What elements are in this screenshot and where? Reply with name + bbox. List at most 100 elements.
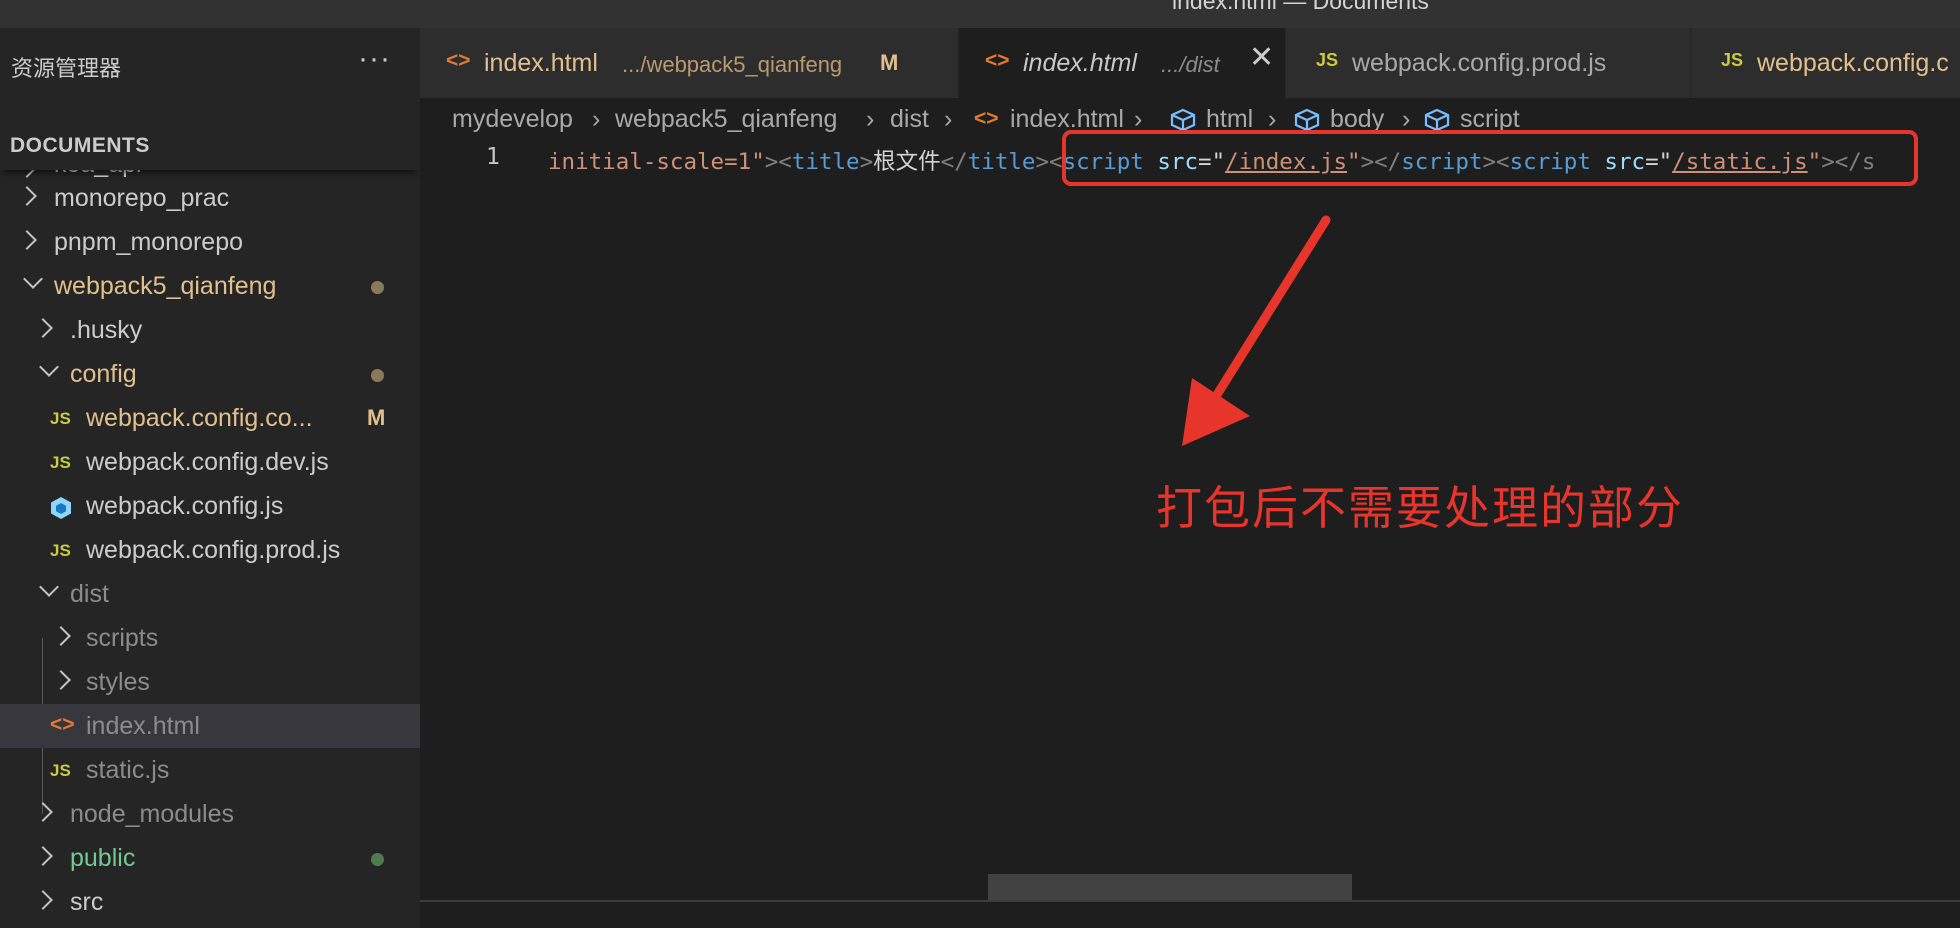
annotation-arrow-icon [1182, 215, 1331, 446]
tree-item-label: dist [70, 580, 109, 608]
title-bar: index.html — Documents [0, 0, 1960, 28]
tree-item-label: webpack.config.dev.js [86, 448, 329, 476]
chevron-right-icon [33, 890, 53, 910]
breadcrumb-item[interactable]: webpack5_qianfeng [615, 105, 837, 134]
html-file-icon: <> [985, 49, 1010, 72]
tree-item-static-js[interactable]: JS static.js [0, 748, 420, 792]
tree-item-label: public [70, 844, 136, 872]
chevron-right-icon [33, 318, 53, 338]
tree-item-public[interactable]: public [0, 836, 420, 880]
annotation-text: 打包后不需要处理的部分 [1156, 482, 1684, 534]
tree-item-styles[interactable]: styles [0, 660, 420, 704]
chevron-right-icon [51, 670, 71, 690]
editor-tabs: <> index.html .../webpack5_qianfeng M <>… [420, 28, 1960, 98]
tab-index-html-dist[interactable]: <> index.html .../dist ✕ [959, 28, 1286, 98]
untracked-dot-icon [371, 853, 384, 866]
more-actions-icon[interactable]: ··· [358, 42, 391, 76]
tree-item-label: scripts [86, 624, 159, 652]
window-title: index.html — Documents [1172, 0, 1429, 14]
explorer-sidebar: koa_api monorepo_prac pnpm_monorepo webp… [0, 28, 420, 928]
js-file-icon: JS [50, 761, 71, 780]
tree-item-label: index.html [86, 712, 200, 740]
chevron-down-icon [39, 577, 59, 597]
tree-item-label: .husky [70, 316, 143, 344]
explorer-header: 资源管理器 ··· [0, 28, 420, 90]
breadcrumb-separator: › [592, 105, 601, 133]
chevron-down-icon [39, 357, 59, 377]
bottom-panel [420, 902, 1960, 928]
code-token: >< [764, 149, 792, 175]
tree-item-label: webpack.config.js [86, 492, 284, 520]
modified-badge: M [367, 405, 386, 430]
horizontal-scrollbar[interactable] [988, 874, 1352, 900]
tree-item-index-html[interactable]: <> index.html [0, 704, 420, 748]
js-file-icon: JS [50, 409, 71, 428]
code-token: 根文件 [873, 149, 941, 175]
tree-item-label: monorepo_prac [54, 184, 230, 212]
tab-webpack-config-prod[interactable]: JS webpack.config.prod.js [1286, 28, 1691, 98]
explorer-title: 资源管理器 [11, 56, 122, 81]
tree-item-label: webpack.config.prod.js [86, 536, 341, 564]
chevron-right-icon [17, 230, 37, 250]
code-token: > [859, 149, 874, 175]
tab-label: index.html [1023, 49, 1137, 77]
tab-webpack-config-common[interactable]: JS webpack.config.c [1691, 28, 1960, 98]
section-title: DOCUMENTS [10, 134, 150, 157]
tree-item-webpack-config-common[interactable]: JS webpack.config.co... M [0, 396, 420, 440]
tree-item-webpack-config-prod[interactable]: JS webpack.config.prod.js [0, 528, 420, 572]
chevron-right-icon [33, 846, 53, 866]
breadcrumb-separator: › [866, 105, 875, 133]
code-token: title [967, 149, 1036, 175]
tree-item-config[interactable]: config [0, 352, 420, 396]
line-number: 1 [486, 144, 500, 170]
tab-label: index.html [484, 49, 598, 77]
tab-description: .../dist [1161, 52, 1220, 77]
close-icon[interactable]: ✕ [1249, 40, 1274, 75]
breadcrumb-separator: › [944, 105, 953, 133]
js-file-icon: JS [1721, 50, 1744, 70]
html-file-icon: <> [50, 713, 75, 736]
tree-item-dist[interactable]: dist [0, 572, 420, 616]
modified-badge: M [880, 50, 899, 75]
chevron-right-icon [51, 626, 71, 646]
tree-item-node-modules[interactable]: node_modules [0, 792, 420, 836]
tree-item-scripts[interactable]: scripts [0, 616, 420, 660]
tree-item-label: static.js [86, 756, 170, 784]
js-file-icon: JS [50, 453, 71, 472]
html-file-icon: <> [446, 49, 471, 72]
modified-dot-icon [371, 281, 384, 294]
tree-item-label: webpack.config.co... [86, 404, 313, 432]
js-file-icon: JS [50, 541, 71, 560]
tree-item-pnpm-monorepo[interactable]: pnpm_monorepo [0, 220, 420, 264]
code-token: title [791, 149, 860, 175]
tree-item-webpack5-qianfeng[interactable]: webpack5_qianfeng [0, 264, 420, 308]
tree-item-husky[interactable]: .husky [0, 308, 420, 352]
code-token: </ [940, 149, 968, 175]
chevron-right-icon [33, 802, 53, 822]
chevron-down-icon [23, 269, 43, 289]
code-token: initial-scale=1" [548, 149, 765, 175]
tab-index-html-root[interactable]: <> index.html .../webpack5_qianfeng M [420, 28, 959, 98]
highlight-box [1062, 130, 1918, 186]
js-file-icon: JS [1316, 50, 1339, 70]
tree-item-label: pnpm_monorepo [54, 228, 244, 256]
breadcrumb-item[interactable]: mydevelop [452, 105, 573, 134]
tree-item-src[interactable]: src [0, 880, 420, 924]
code-token: >< [1035, 149, 1063, 175]
html-file-icon: <> [974, 107, 999, 130]
tree-item-label: node_modules [70, 800, 235, 828]
tree-item-label: styles [86, 668, 150, 696]
tab-description: .../webpack5_qianfeng [622, 52, 843, 77]
tree-item-label: config [70, 360, 137, 388]
modified-dot-icon [371, 369, 384, 382]
tab-label: webpack.config.prod.js [1352, 49, 1607, 77]
tree-item-monorepo-prac[interactable]: monorepo_prac [0, 176, 420, 220]
breadcrumb-item[interactable]: dist [890, 105, 929, 134]
tree-item-webpack-config[interactable]: webpack.config.js [0, 484, 420, 528]
tab-label: webpack.config.c [1757, 49, 1949, 77]
tree-item-webpack-config-dev[interactable]: JS webpack.config.dev.js [0, 440, 420, 484]
tree-item-label: webpack5_qianfeng [54, 272, 277, 300]
chevron-right-icon [17, 186, 37, 206]
section-header-documents[interactable]: DOCUMENTS [0, 90, 420, 170]
webpack-cube-icon [50, 496, 72, 525]
